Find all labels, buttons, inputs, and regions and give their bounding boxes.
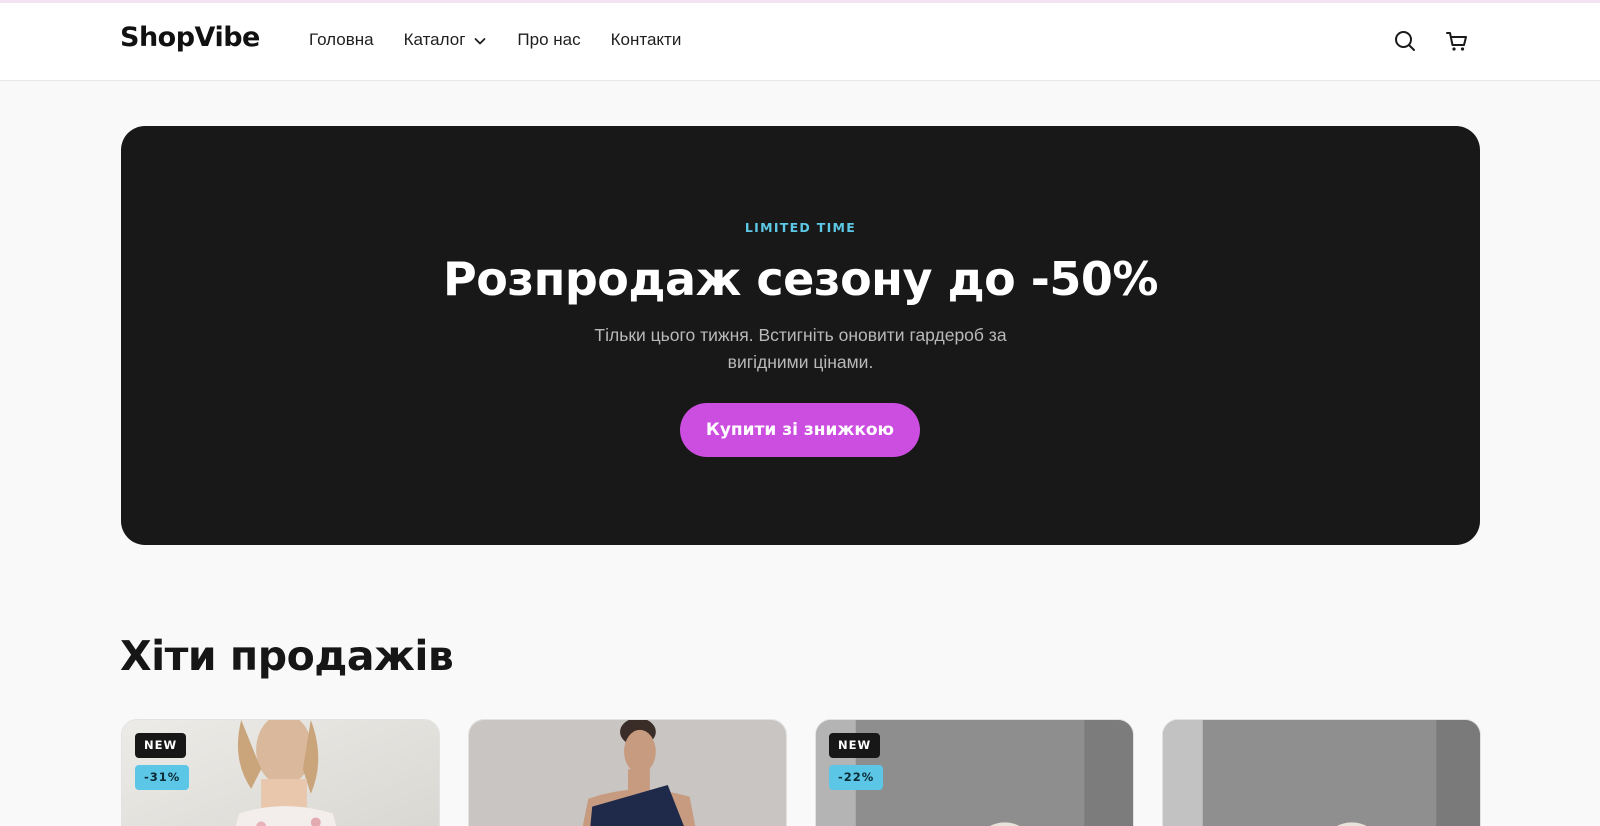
site-logo[interactable]: ShopVibe xyxy=(120,22,260,53)
hero-title: Розпродаж сезону до -50% xyxy=(443,252,1158,306)
badge-discount: -22% xyxy=(829,765,884,790)
nav-item-label: Каталог xyxy=(403,30,466,49)
cart-icon[interactable] xyxy=(1444,28,1470,54)
main-nav: Головна Каталог Про нас Контакти xyxy=(309,30,711,50)
hero-subtitle: Тільки цього тижня. Встигніть оновити га… xyxy=(594,325,1007,372)
chevron-down-icon xyxy=(473,33,487,47)
header-top-strip xyxy=(0,0,1600,3)
promo-hero-banner: LIMITED TIME Розпродаж сезону до -50% Ті… xyxy=(121,126,1480,545)
site-header: ShopVibe Головна Каталог Про нас Контакт… xyxy=(0,0,1600,81)
nav-item-contacts[interactable]: Контакти xyxy=(611,30,682,50)
product-card[interactable]: NEW -22% xyxy=(815,719,1134,826)
nav-item-label: Про нас xyxy=(517,30,581,49)
product-card[interactable]: NEW -31% xyxy=(121,719,440,826)
search-icon[interactable] xyxy=(1392,28,1418,54)
nav-item-label: Контакти xyxy=(610,30,682,49)
product-image-dress-navy xyxy=(469,720,786,826)
badge-discount: -31% xyxy=(135,765,190,790)
nav-item-label: Головна xyxy=(309,30,374,49)
badge-new: NEW xyxy=(829,733,881,758)
hero-eyebrow: LIMITED TIME xyxy=(744,220,857,235)
shop-sale-button[interactable]: Купити зі знижкою xyxy=(680,403,920,457)
nav-item-about[interactable]: Про нас xyxy=(517,30,580,50)
nav-item-catalog[interactable]: Каталог xyxy=(404,30,488,50)
nav-item-home[interactable]: Головна xyxy=(309,30,374,50)
product-image-sneakers-alt xyxy=(1163,720,1480,826)
product-card[interactable] xyxy=(1162,719,1481,826)
badge-new: NEW xyxy=(135,733,187,758)
product-card[interactable] xyxy=(468,719,787,826)
bestsellers-title: Хіти продажів xyxy=(120,632,454,680)
